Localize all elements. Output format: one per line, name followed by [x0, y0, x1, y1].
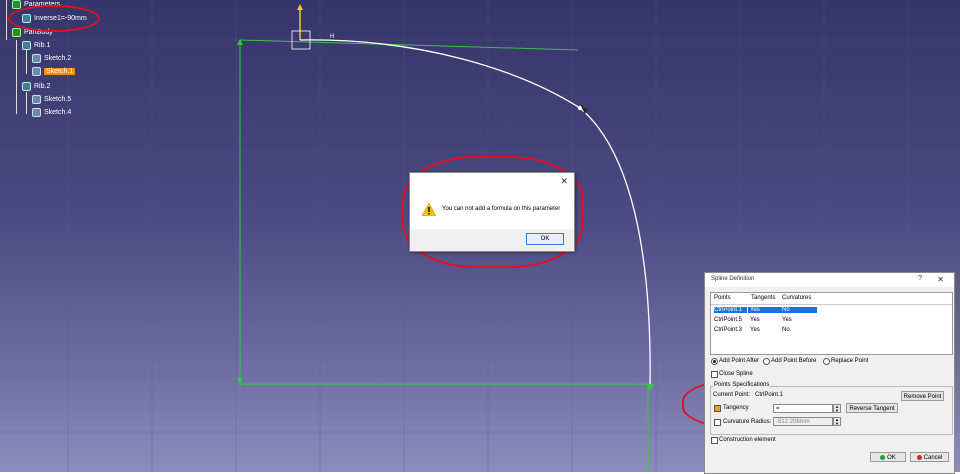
points-table[interactable]: Points Tangents Curvatures CtrlPoint.1 Y…	[710, 292, 953, 355]
curvature-radius-spinner[interactable]: ▲ ▼	[833, 417, 841, 426]
h-axis-label: H	[330, 34, 334, 40]
tree-item-sketch5[interactable]: Sketch.5	[32, 95, 71, 104]
curvature-cell: Yes	[782, 317, 792, 323]
message-footer: OK	[410, 229, 574, 251]
curvature-cell: No	[782, 327, 790, 333]
parameters-icon	[12, 0, 21, 9]
ok-button[interactable]: OK	[526, 233, 564, 245]
tree-item-sketch2[interactable]: Sketch.2	[32, 54, 71, 63]
remove-point-button[interactable]: Remove Point	[901, 391, 944, 401]
curvature-cell: No	[780, 307, 817, 313]
message-text: You can not add a formula on this parame…	[442, 206, 561, 212]
warning-icon	[422, 203, 436, 216]
sketch-icon	[32, 67, 41, 76]
h-axis-line	[239, 39, 579, 51]
construction-element-checkbox[interactable]	[711, 437, 718, 444]
curvature-radius-input[interactable]: -512.206mm	[773, 417, 833, 426]
tree-connector	[26, 92, 27, 114]
sketch-icon	[32, 95, 41, 104]
column-header-tangents: Tangents	[751, 295, 776, 301]
replace-point-radio[interactable]	[823, 358, 830, 365]
close-icon[interactable]: ✕	[937, 275, 944, 284]
add-point-after-label: Add Point After	[719, 358, 760, 364]
point-cell: CtrlPoint.3	[714, 327, 743, 333]
sketch-icon	[32, 54, 41, 63]
table-row[interactable]: CtrlPoint.3 Yes No	[711, 326, 952, 335]
reverse-tangent-button[interactable]: Reverse Tangent	[846, 403, 898, 413]
close-icon[interactable]: ✕	[560, 176, 568, 187]
cancel-icon	[916, 454, 922, 460]
tangency-input[interactable]: =	[773, 404, 833, 413]
tree-item-sketch1-selected[interactable]: Sketch.1	[32, 67, 76, 76]
cancel-button[interactable]: Cancel	[910, 452, 949, 462]
current-point-label: Current Point:	[713, 392, 751, 398]
rib-icon	[22, 82, 31, 91]
rib-icon	[22, 41, 31, 50]
column-header-points: Points	[714, 295, 731, 301]
table-header: Points Tangents Curvatures	[711, 293, 952, 305]
sketch-icon	[32, 108, 41, 117]
point-cell: CtrlPoint.1	[714, 307, 747, 313]
replace-point-label: Replace Point	[831, 358, 869, 364]
ok-icon	[880, 454, 886, 460]
help-icon[interactable]: ?	[918, 275, 922, 282]
construction-arrow-bottom	[237, 378, 243, 384]
add-point-before-label: Add Point Before	[771, 358, 817, 364]
tree-item-rib1[interactable]: Rib.1	[22, 41, 50, 50]
close-spline-checkbox[interactable]	[711, 371, 718, 378]
curvature-radius-checkbox[interactable]	[714, 419, 721, 426]
ok-button[interactable]: OK	[870, 452, 906, 462]
close-spline-label: Close Spline	[719, 371, 753, 377]
curvature-radius-label: Curvature Radius:	[723, 419, 772, 425]
table-row[interactable]: CtrlPoint.5 Yes Yes	[711, 316, 952, 325]
tangent-cell: Yes	[750, 327, 760, 333]
column-header-curvatures: Curvatures	[782, 295, 812, 301]
tangent-cell: Yes	[750, 317, 760, 323]
dialog-titlebar: Spline Definition ? ✕	[705, 273, 954, 287]
tangent-cell: Yes	[748, 307, 781, 313]
warning-message-box: ✕ You can not add a formula on this para…	[409, 172, 575, 252]
tree-connector	[26, 50, 27, 74]
spline-definition-dialog: Spline Definition ? ✕ Points Tangents Cu…	[704, 272, 955, 474]
tangency-checkbox[interactable]	[714, 405, 721, 412]
partbody-icon	[12, 28, 21, 37]
spline-end-arrow	[646, 384, 654, 391]
add-point-after-radio[interactable]	[711, 358, 718, 365]
current-point-value: CtrlPoint.1	[755, 392, 784, 398]
red-annotation-parameter	[8, 5, 100, 32]
table-row[interactable]: CtrlPoint.1 Yes No	[711, 306, 952, 315]
group-title: Points Specifications	[713, 382, 771, 388]
tangency-spinner[interactable]: ▲ ▼	[833, 404, 841, 413]
tree-item-sketch4[interactable]: Sketch.4	[32, 108, 71, 117]
dialog-title: Spline Definition	[711, 276, 755, 282]
tangency-label: Tangency	[723, 405, 749, 411]
tree-connector	[6, 0, 7, 40]
add-point-before-radio[interactable]	[763, 358, 770, 365]
tree-connector	[16, 40, 17, 114]
point-cell: CtrlPoint.5	[714, 317, 743, 323]
construction-element-label: Construction element	[719, 437, 776, 443]
tree-item-rib2[interactable]: Rib.2	[22, 82, 50, 91]
v-axis-arrow	[297, 4, 303, 10]
